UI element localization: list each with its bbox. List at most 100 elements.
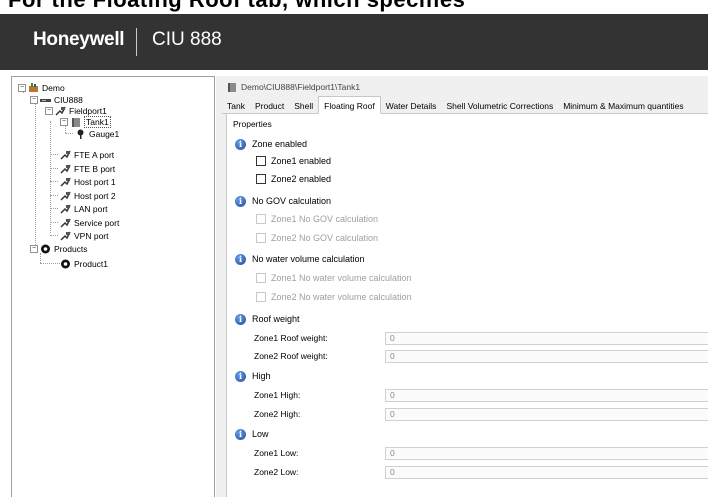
tank-icon	[228, 83, 236, 92]
port-plug-icon	[60, 218, 71, 228]
tree-label: Fieldport1	[69, 105, 107, 116]
tree-label: FTE B port	[74, 163, 116, 174]
field-label: Zone2 High:	[254, 409, 301, 419]
tab-shell[interactable]: Shell	[289, 98, 318, 114]
product-drop-icon	[60, 259, 71, 269]
tree-node-port[interactable]: FTE A port	[60, 149, 114, 160]
breadcrumb: Demo\CIU888\Fieldport1\Tank1	[226, 80, 360, 94]
field-label: Zone2 Low:	[254, 467, 299, 477]
field-label: Zone1 High:	[254, 390, 301, 400]
tree-label: VPN port	[74, 230, 109, 241]
section-roof-weight: i Roof weight	[227, 312, 300, 326]
collapse-icon[interactable]: −	[30, 244, 38, 253]
checkbox-box[interactable]	[256, 273, 266, 283]
zone2-no-gov-checkbox[interactable]: Zone2 No GOV calculation	[227, 231, 378, 245]
section-zone-enabled: i Zone enabled	[227, 137, 307, 151]
zone1-low-input[interactable]: 0	[385, 446, 708, 460]
collapse-icon[interactable]: −	[30, 95, 38, 104]
tree-node-gauge1[interactable]: Gauge1	[75, 128, 119, 139]
zone1-enabled-checkbox[interactable]: Zone1 enabled	[227, 154, 331, 168]
tab-floating-roof[interactable]: Floating Roof	[318, 96, 381, 114]
checkbox-box[interactable]	[256, 156, 266, 166]
zone1-roof-weight-input[interactable]: 0	[385, 331, 708, 345]
zone2-enabled-checkbox[interactable]: Zone2 enabled	[227, 172, 331, 186]
tree-label: Service port	[74, 217, 120, 228]
tree-node-demo[interactable]: − Demo	[18, 82, 65, 93]
tab-tank[interactable]: Tank	[222, 98, 250, 114]
zone2-no-water-checkbox[interactable]: Zone2 No water volume calculation	[227, 290, 412, 304]
port-plug-icon	[60, 204, 71, 214]
tree-node-products[interactable]: − Products	[30, 243, 88, 254]
collapse-icon[interactable]: −	[45, 106, 53, 115]
checkbox-box[interactable]	[256, 233, 266, 243]
checkbox-label: Zone2 No water volume calculation	[271, 292, 412, 302]
details-pane: Demo\CIU888\Fieldport1\Tank1 Tank Produc…	[222, 76, 708, 497]
zone1-no-gov-checkbox[interactable]: Zone1 No GOV calculation	[227, 212, 378, 226]
tab-product[interactable]: Product	[250, 98, 289, 114]
brand-logo: Honeywell	[33, 29, 125, 50]
tree-label: Products	[54, 243, 88, 254]
zone2-high-row: Zone2 High: 0	[227, 407, 708, 421]
zone1-high-row: Zone1 High: 0	[227, 388, 708, 402]
app-header: Honeywell CIU 888	[0, 14, 708, 70]
port-plug-icon	[60, 231, 71, 241]
checkbox-box[interactable]	[256, 214, 266, 224]
gauge-icon	[75, 129, 86, 139]
port-plug-icon	[60, 164, 71, 174]
section-high: i High	[227, 369, 271, 383]
section-heading: Roof weight	[252, 314, 300, 324]
tree-node-port[interactable]: Host port 1	[60, 176, 116, 187]
properties-title: Properties	[233, 119, 272, 129]
checkbox-label: Zone1 No GOV calculation	[271, 214, 379, 224]
tree-label: CIU888	[54, 94, 83, 105]
tree-node-port[interactable]: Host port 2	[60, 190, 116, 201]
tree-node-port[interactable]: LAN port	[60, 203, 108, 214]
zone2-low-input[interactable]: 0	[385, 465, 708, 479]
ciu-device-icon	[40, 95, 51, 105]
tree-node-ciu888[interactable]: − CIU888	[30, 94, 83, 105]
tree-node-port[interactable]: VPN port	[60, 230, 109, 241]
tank-icon	[70, 117, 81, 127]
tree-label: FTE A port	[74, 149, 115, 160]
header-divider	[136, 28, 137, 56]
info-icon: i	[235, 428, 246, 440]
tree-node-fieldport1[interactable]: − Fieldport1	[45, 105, 107, 116]
field-label: Zone1 Low:	[254, 448, 299, 458]
tree-node-port[interactable]: FTE B port	[60, 163, 115, 174]
tab-min-max-quantities[interactable]: Minimum & Maximum quantities	[558, 98, 688, 114]
tree-node-port[interactable]: Service port	[60, 217, 119, 228]
zone1-no-water-checkbox[interactable]: Zone1 No water volume calculation	[227, 271, 412, 285]
zone1-low-row: Zone1 Low: 0	[227, 446, 708, 460]
checkbox-box[interactable]	[256, 174, 266, 184]
top-caption: For the Floating Roof tab, which specifi…	[8, 0, 465, 13]
section-heading: No GOV calculation	[252, 196, 332, 206]
tab-strip: Tank Product Shell Floating Roof Water D…	[222, 96, 708, 114]
plant-icon	[28, 82, 39, 93]
collapse-icon[interactable]: −	[18, 83, 26, 92]
device-tree[interactable]: − Demo − CIU888 − Fieldport1 − Tank1 Gau…	[11, 76, 215, 497]
tab-water-details[interactable]: Water Details	[381, 98, 442, 114]
field-label: Zone2 Roof weight:	[254, 351, 328, 361]
checkbox-label: Zone2 No GOV calculation	[271, 233, 379, 243]
section-heading: No water volume calculation	[252, 254, 365, 264]
tree-node-product1[interactable]: Product1	[60, 258, 108, 269]
tree-node-tank1[interactable]: − Tank1	[60, 115, 111, 128]
product-drop-icon	[40, 244, 51, 254]
zone1-high-input[interactable]: 0	[385, 388, 708, 402]
info-icon: i	[235, 138, 246, 150]
zone2-roof-weight-row: Zone2 Roof weight: 0	[227, 349, 708, 363]
checkbox-label: Zone2 enabled	[271, 174, 332, 184]
product-name: CIU 888	[152, 29, 222, 50]
checkbox-box[interactable]	[256, 292, 266, 302]
section-no-water: i No water volume calculation	[227, 252, 365, 266]
section-heading: Low	[252, 429, 269, 439]
properties-panel: Properties i Zone enabled Zone1 enabled …	[226, 114, 708, 497]
collapse-icon[interactable]: −	[60, 117, 68, 126]
zone2-roof-weight-input[interactable]: 0	[385, 349, 708, 363]
tab-shell-volumetric-corrections[interactable]: Shell Volumetric Corrections	[441, 98, 558, 114]
section-no-gov: i No GOV calculation	[227, 194, 331, 208]
tree-label: Tank1	[84, 115, 111, 128]
zone2-high-input[interactable]: 0	[385, 407, 708, 421]
zone2-low-row: Zone2 Low: 0	[227, 465, 708, 479]
tree-label: Demo	[42, 82, 65, 93]
